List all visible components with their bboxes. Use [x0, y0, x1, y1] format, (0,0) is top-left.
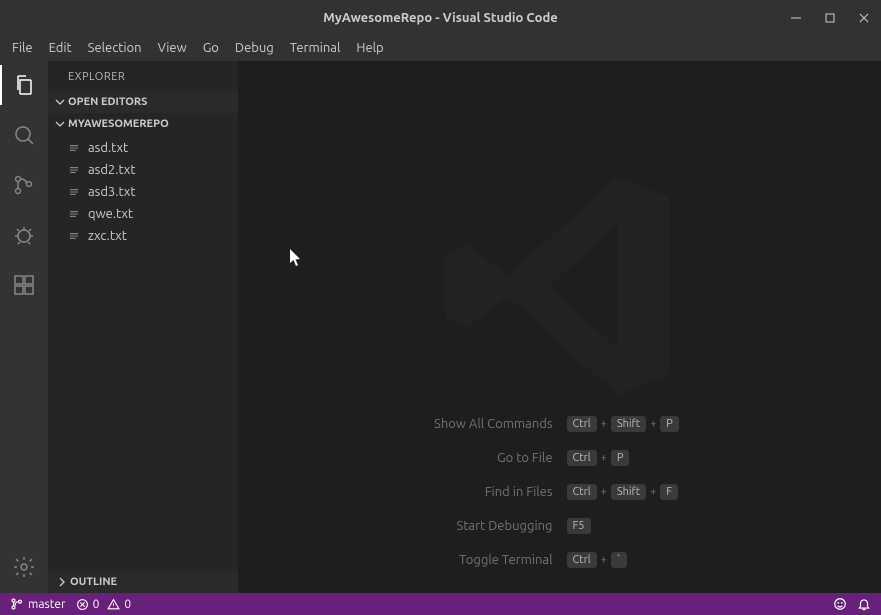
shortcut-label: Start Debugging [253, 519, 553, 533]
window-title: MyAwesomeRepo - Visual Studio Code [323, 11, 557, 25]
error-icon [76, 598, 89, 611]
section-open-editors[interactable]: OPEN EDITORS [48, 91, 238, 113]
text-file-icon [66, 184, 82, 200]
status-warnings-count: 0 [124, 598, 131, 611]
statusbar: master 0 0 [0, 593, 881, 615]
file-row[interactable]: qwe.txt [48, 203, 238, 225]
status-notifications[interactable] [857, 597, 871, 611]
plus-icon: + [601, 452, 607, 464]
menu-view[interactable]: View [150, 35, 195, 61]
bell-icon [857, 597, 871, 611]
file-row[interactable]: asd3.txt [48, 181, 238, 203]
editor-area: Show All Commands Ctrl + Shift + P Go to File C… [238, 61, 881, 593]
key: ` [611, 552, 627, 568]
explorer-icon[interactable] [0, 69, 48, 101]
extensions-icon[interactable] [0, 269, 48, 301]
chevron-down-icon [52, 97, 68, 107]
menu-debug[interactable]: Debug [227, 35, 282, 61]
section-open-editors-label: OPEN EDITORS [68, 96, 147, 108]
file-name: asd3.txt [88, 185, 135, 199]
shortcut-keys: Ctrl + Shift + F [567, 484, 867, 500]
key: P [660, 416, 679, 432]
file-row[interactable]: asd2.txt [48, 159, 238, 181]
menubar: FileEditSelectionViewGoDebugTerminalHelp [0, 35, 881, 61]
status-problems[interactable]: 0 0 [76, 598, 132, 611]
minimize-icon[interactable] [779, 0, 813, 35]
key: F [660, 484, 678, 500]
plus-icon: + [650, 486, 656, 498]
menu-edit[interactable]: Edit [41, 35, 80, 61]
window-controls [779, 0, 881, 35]
shortcut-row: Show All Commands Ctrl + Shift + P [238, 416, 881, 432]
close-icon[interactable] [847, 0, 881, 35]
shortcut-label: Show All Commands [253, 417, 553, 431]
git-branch-icon [10, 597, 24, 611]
shortcut-label: Go to File [253, 451, 553, 465]
chevron-down-icon [52, 119, 68, 129]
plus-icon: + [601, 554, 607, 566]
text-file-icon [66, 162, 82, 178]
menu-selection[interactable]: Selection [80, 35, 150, 61]
shortcut-keys: F5 [567, 518, 867, 534]
shortcut-label: Toggle Terminal [253, 553, 553, 567]
file-name: asd.txt [88, 141, 128, 155]
file-list: asd.txt asd2.txt asd3.txt qwe.txt zxc.txt [48, 135, 238, 249]
status-branch-label: master [28, 598, 66, 611]
text-file-icon [66, 206, 82, 222]
section-folder[interactable]: MYAWESOMEREPO [48, 113, 238, 135]
key: Ctrl [567, 484, 597, 500]
source-control-icon[interactable] [0, 169, 48, 201]
file-name: asd2.txt [88, 163, 135, 177]
gear-icon[interactable] [0, 551, 48, 583]
status-feedback[interactable] [833, 597, 847, 611]
search-icon[interactable] [0, 119, 48, 151]
vscode-logo-watermark [430, 156, 690, 419]
section-outline-label: OUTLINE [70, 576, 117, 588]
sidebar-title: EXPLORER [48, 61, 238, 91]
plus-icon: + [650, 418, 656, 430]
welcome-shortcuts: Show All Commands Ctrl + Shift + P Go to File C… [238, 416, 881, 568]
key: P [611, 450, 630, 466]
shortcut-row: Go to File Ctrl + P [238, 450, 881, 466]
file-row[interactable]: asd.txt [48, 137, 238, 159]
file-name: qwe.txt [88, 207, 133, 221]
chevron-right-icon [54, 577, 70, 587]
status-errors-count: 0 [93, 598, 100, 611]
maximize-icon[interactable] [813, 0, 847, 35]
titlebar: MyAwesomeRepo - Visual Studio Code [0, 0, 881, 35]
section-folder-label: MYAWESOMEREPO [68, 118, 169, 130]
shortcut-keys: Ctrl + Shift + P [567, 416, 867, 432]
text-file-icon [66, 140, 82, 156]
status-branch[interactable]: master [10, 597, 66, 611]
shortcut-row: Find in Files Ctrl + Shift + F [238, 484, 881, 500]
warning-icon [107, 598, 120, 611]
menu-go[interactable]: Go [195, 35, 227, 61]
activitybar [0, 61, 48, 593]
shortcut-keys: Ctrl + P [567, 450, 867, 466]
menu-file[interactable]: File [4, 35, 41, 61]
cursor-pointer-icon [290, 249, 302, 267]
plus-icon: + [601, 418, 607, 430]
file-row[interactable]: zxc.txt [48, 225, 238, 247]
shortcut-keys: Ctrl + ` [567, 552, 867, 568]
shortcut-row: Start Debugging F5 [238, 518, 881, 534]
key: Ctrl [567, 416, 597, 432]
key: Ctrl [567, 450, 597, 466]
sidebar: EXPLORER OPEN EDITORS MYAWESOMEREPO asd.… [48, 61, 238, 593]
text-file-icon [66, 228, 82, 244]
file-name: zxc.txt [88, 229, 127, 243]
key: F5 [567, 518, 591, 534]
key: Shift [611, 416, 646, 432]
menu-help[interactable]: Help [348, 35, 391, 61]
debug-icon[interactable] [0, 219, 48, 251]
shortcut-row: Toggle Terminal Ctrl + ` [238, 552, 881, 568]
menu-terminal[interactable]: Terminal [282, 35, 349, 61]
key: Shift [611, 484, 646, 500]
main: EXPLORER OPEN EDITORS MYAWESOMEREPO asd.… [0, 61, 881, 593]
smiley-icon [833, 597, 847, 611]
section-outline[interactable]: OUTLINE [48, 571, 238, 593]
key: Ctrl [567, 552, 597, 568]
plus-icon: + [601, 486, 607, 498]
shortcut-label: Find in Files [253, 485, 553, 499]
